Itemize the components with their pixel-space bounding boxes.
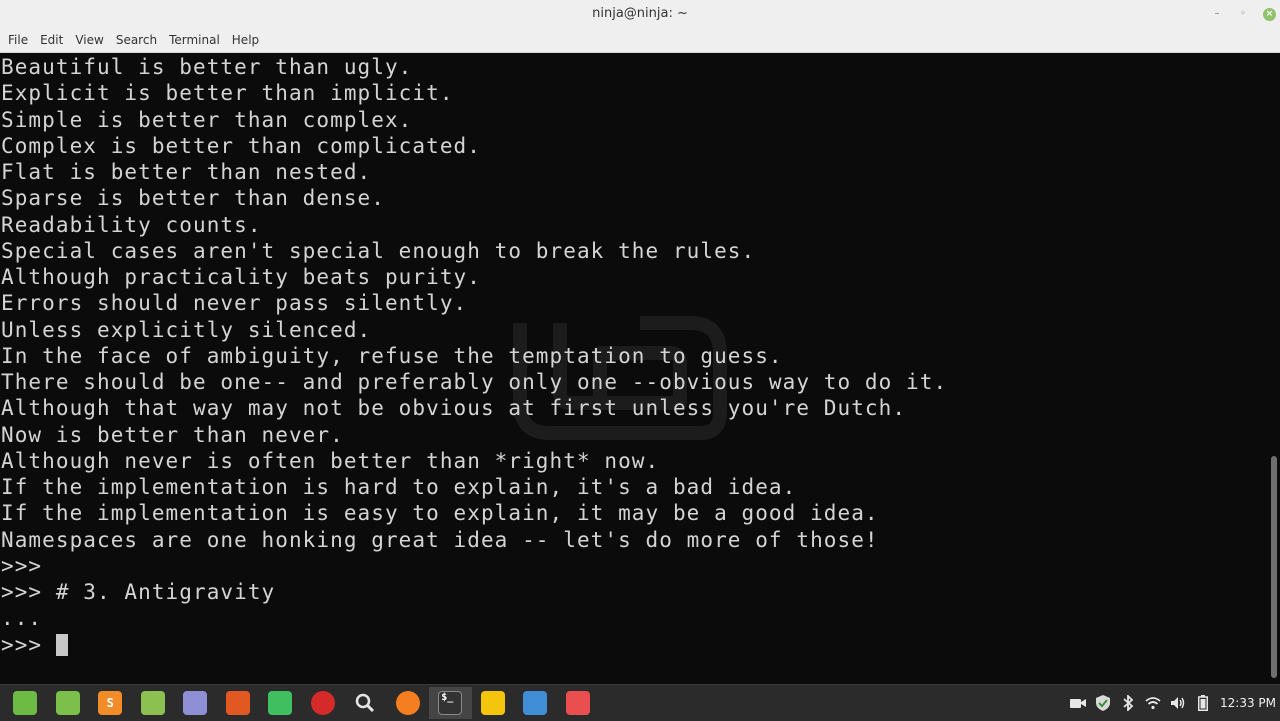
terminal-line: Complex is better than complicated. bbox=[1, 133, 481, 158]
menu-help[interactable]: Help bbox=[226, 28, 265, 52]
file-manager-glyph bbox=[55, 691, 80, 715]
terminal-line: Flat is better than nested. bbox=[1, 160, 372, 184]
terminal-icon[interactable]: $_ bbox=[429, 687, 472, 719]
system-tray: 12:33 PM bbox=[1070, 685, 1276, 721]
terminal-line: Although never is often better than *rig… bbox=[1, 448, 660, 473]
map-pin-glyph bbox=[310, 691, 335, 715]
firefox-glyph bbox=[395, 691, 420, 715]
mint-menu-icon[interactable] bbox=[4, 687, 47, 719]
search-glyph bbox=[353, 691, 377, 715]
close-button[interactable]: × bbox=[1263, 7, 1276, 21]
terminal-window: ninja@ninja: ~ – ◦ × File Edit View Sear… bbox=[0, 0, 1280, 684]
screenshot-glyph bbox=[523, 691, 548, 715]
terminal-output[interactable]: Beautiful is better than ugly. Explicit i… bbox=[0, 53, 1268, 684]
folder-icon[interactable] bbox=[132, 687, 175, 719]
sublime-text-glyph: S bbox=[98, 691, 123, 715]
terminal-line: >>> bbox=[1, 553, 43, 578]
battery-icon[interactable] bbox=[1195, 695, 1211, 711]
terminal-line: Now is better than never. bbox=[1, 422, 344, 447]
terminal-line: In the face of ambiguity, refuse the tem… bbox=[1, 343, 783, 368]
search-icon[interactable] bbox=[344, 687, 387, 719]
folder-glyph bbox=[140, 691, 165, 715]
screenshot-icon[interactable] bbox=[514, 687, 557, 719]
maximize-button[interactable]: ◦ bbox=[1237, 8, 1249, 20]
minimize-button[interactable]: – bbox=[1211, 8, 1223, 20]
text-cursor bbox=[55, 633, 68, 656]
sublime-text-icon[interactable]: S bbox=[89, 687, 132, 719]
terminal-line: >>> # 3. Antigravity bbox=[1, 580, 276, 604]
text-editor-icon[interactable] bbox=[174, 687, 217, 719]
terminal-line: Namespaces are one honking great idea --… bbox=[1, 527, 879, 552]
bluetooth-icon[interactable] bbox=[1120, 695, 1136, 711]
system-monitor-glyph bbox=[268, 691, 293, 715]
terminal-line: Beautiful is better than ugly. bbox=[1, 55, 413, 79]
terminal-line: Explicit is better than implicit. bbox=[1, 81, 454, 106]
menu-file[interactable]: File bbox=[2, 28, 34, 52]
system-tool-icon[interactable] bbox=[217, 687, 260, 719]
mint-menu-glyph bbox=[13, 691, 38, 715]
pinwheel-glyph bbox=[565, 691, 590, 715]
shield-icon[interactable] bbox=[1095, 695, 1111, 711]
file-manager-icon[interactable] bbox=[47, 687, 90, 719]
terminal-line: Although that way may not be obvious at … bbox=[1, 396, 907, 421]
terminal-line: Simple is better than complex. bbox=[1, 107, 413, 132]
system-monitor-icon[interactable] bbox=[259, 687, 302, 719]
terminal-lines: Beautiful is better than ugly. Explicit i… bbox=[1, 54, 947, 658]
map-pin-icon[interactable] bbox=[302, 687, 345, 719]
system-tool-glyph bbox=[225, 691, 250, 715]
terminal-line: Special cases aren't special enough to b… bbox=[1, 238, 756, 263]
text-editor-glyph bbox=[183, 691, 208, 715]
clock[interactable]: 12:33 PM bbox=[1220, 696, 1276, 710]
menu-edit[interactable]: Edit bbox=[34, 28, 69, 52]
terminal-line: Unless explicitly silenced. bbox=[1, 317, 372, 342]
firefox-icon[interactable] bbox=[387, 687, 430, 719]
ubuntu-mail-icon[interactable] bbox=[472, 687, 515, 719]
taskbar-apps: S $_ bbox=[4, 687, 599, 719]
prompt-text: >>> bbox=[1, 632, 56, 657]
terminal-line: Errors should never pass silently. bbox=[1, 291, 468, 316]
menu-search[interactable]: Search bbox=[110, 28, 163, 52]
terminal-line: Sparse is better than dense. bbox=[1, 186, 385, 211]
terminal-line: If the implementation is easy to explain… bbox=[1, 501, 879, 526]
pinwheel-icon[interactable] bbox=[557, 687, 600, 719]
title-bar[interactable]: ninja@ninja: ~ – ◦ × bbox=[0, 0, 1280, 28]
ubuntu-mail-glyph bbox=[480, 691, 505, 715]
terminal-prompt-line[interactable]: >>> bbox=[1, 632, 947, 658]
menu-terminal[interactable]: Terminal bbox=[163, 28, 226, 52]
scrollbar[interactable] bbox=[1268, 53, 1280, 684]
window-title: ninja@ninja: ~ bbox=[592, 6, 688, 21]
terminal-line: Readability counts. bbox=[1, 212, 262, 237]
wifi-icon[interactable] bbox=[1145, 695, 1161, 711]
terminal-line: There should be one-- and preferably onl… bbox=[1, 370, 948, 394]
window-controls: – ◦ × bbox=[1211, 0, 1276, 28]
terminal-line: ... bbox=[1, 606, 43, 631]
menu-view[interactable]: View bbox=[69, 28, 109, 52]
menu-bar: File Edit View Search Terminal Help bbox=[0, 28, 1280, 53]
camera-icon[interactable] bbox=[1070, 695, 1086, 711]
terminal-line: Although practicality beats purity. bbox=[1, 265, 481, 289]
scroll-thumb[interactable] bbox=[1271, 456, 1277, 678]
volume-icon[interactable] bbox=[1170, 695, 1186, 711]
taskbar: S $_ 12:33 PM bbox=[0, 684, 1280, 721]
terminal-glyph: $_ bbox=[438, 691, 463, 715]
terminal-line: If the implementation is hard to explain… bbox=[1, 475, 797, 499]
